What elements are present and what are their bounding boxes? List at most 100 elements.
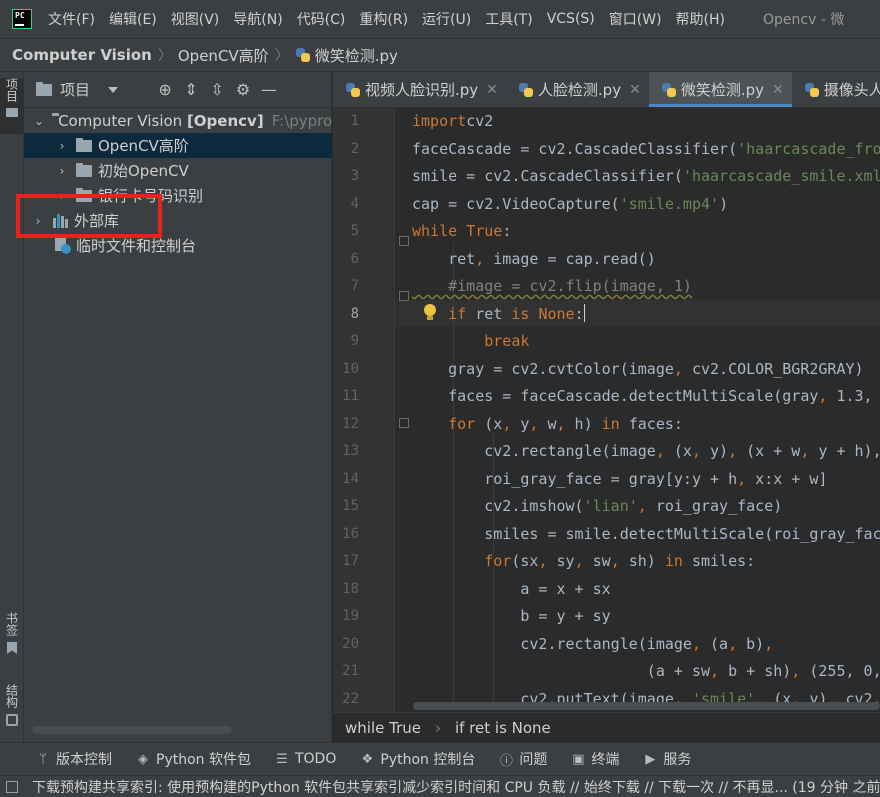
tool-label: 服务: [663, 752, 692, 768]
line-number: 8: [350, 305, 359, 322]
python-packages-button[interactable]: ◈ Python 软件包: [136, 749, 251, 769]
code-line[interactable]: ret, image = cap.read(): [412, 246, 656, 273]
menu-tools[interactable]: 工具(T): [485, 9, 532, 29]
tab-camera-face[interactable]: 摄像头人脸检测.py: [792, 72, 880, 107]
collapse-all-icon[interactable]: ⇳: [204, 80, 230, 99]
structure-tool-tab[interactable]: 结构: [0, 684, 24, 740]
todo-button[interactable]: ☰ TODO: [275, 751, 336, 767]
menu-file[interactable]: 文件(F): [48, 9, 95, 29]
structure-icon: [6, 714, 18, 726]
menu-code[interactable]: 代码(C): [297, 9, 346, 29]
folder-icon: [76, 137, 92, 152]
menu-help[interactable]: 帮助(H): [676, 9, 725, 29]
code-line[interactable]: smiles = smile.detectMultiScale(roi_gray…: [412, 521, 880, 548]
code-line[interactable]: while True:: [412, 218, 511, 245]
chevron-right-icon[interactable]: ›: [56, 139, 68, 153]
code-line[interactable]: a = x + sx: [412, 576, 610, 603]
fold-icon[interactable]: [399, 418, 409, 428]
menu-vcs[interactable]: VCS(S): [547, 11, 595, 27]
code-line[interactable]: cv2.rectangle(image, (x, y), (x + w, y +…: [412, 438, 880, 465]
line-number: 16: [342, 525, 359, 542]
bookmarks-tool-tab[interactable]: 书签: [0, 612, 24, 668]
project-tool-tab[interactable]: 项目: [0, 78, 24, 134]
tree-item-path: F:\pyproject\Computer Vision: [271, 111, 332, 130]
status-message[interactable]: 下载预构建共享索引: 使用预构建的Python 软件包共享索引减少索引时间和 C…: [32, 777, 880, 797]
editor-tabs: 视频人脸识别.py ✕ 人脸检测.py ✕ 微笑检测.py ✕ 摄像头人脸检测.…: [333, 72, 880, 108]
code-editor[interactable]: 1 2 3 4 5 6 7 8 9 10 11 12 13 14 15 16 17 18 19 20 21 22 impo…: [333, 108, 880, 712]
code-line[interactable]: cv2.rectangle(image, (a, b),: [412, 631, 773, 658]
code-line[interactable]: cap = cv2.VideoCapture('smile.mp4'): [412, 191, 728, 218]
code-line[interactable]: importcv2: [412, 108, 493, 135]
tool-label: Python 软件包: [156, 752, 251, 768]
locate-icon[interactable]: ⊕: [152, 80, 178, 99]
menu-navigate[interactable]: 导航(N): [233, 9, 282, 29]
highlight-annotation: [16, 194, 162, 238]
terminal-button[interactable]: ▣ 终端: [571, 749, 619, 769]
breadcrumb-folder[interactable]: OpenCV高阶: [178, 45, 269, 66]
project-panel-title[interactable]: 项目: [60, 79, 90, 100]
version-control-button[interactable]: ᛘ 版本控制: [36, 749, 112, 769]
tool-label: 终端: [591, 752, 620, 768]
tab-smile-detect[interactable]: 微笑检测.py ✕: [648, 72, 792, 107]
tree-item-opencv-advanced[interactable]: › OpenCV高阶: [24, 133, 332, 158]
editor-breadcrumb-if[interactable]: if ret is None: [455, 719, 551, 737]
code-line[interactable]: #image = cv2.flip(image, 1): [412, 273, 692, 300]
close-icon[interactable]: ✕: [486, 82, 498, 98]
menu-run[interactable]: 运行(U): [422, 9, 471, 29]
code-line[interactable]: for (x, y, w, h) in faces:: [412, 411, 683, 438]
menu-refactor[interactable]: 重构(R): [359, 9, 408, 29]
editor-breadcrumb-while[interactable]: while True: [345, 719, 421, 737]
gear-icon[interactable]: ⚙: [230, 80, 256, 99]
tree-item-root[interactable]: ⌄ Computer Vision [Opencv] F:\pyproject\…: [24, 108, 332, 133]
code-line[interactable]: roi_gray_face = gray[y:y + h, x:x + w]: [412, 466, 827, 493]
bookmark-icon: [7, 642, 17, 654]
tab-face-detect[interactable]: 人脸检测.py ✕: [506, 72, 649, 107]
python-console-button[interactable]: ❖ Python 控制台: [360, 749, 476, 769]
close-icon[interactable]: ✕: [772, 82, 784, 98]
code-line[interactable]: gray = cv2.cvtColor(image, cv2.COLOR_BGR…: [412, 356, 863, 383]
code-line[interactable]: if ret is None:: [412, 301, 585, 328]
toggle-tool-windows-icon[interactable]: [6, 780, 18, 793]
fold-icon[interactable]: [399, 291, 409, 301]
menu-view[interactable]: 视图(V): [171, 9, 220, 29]
tree-item-label: OpenCV高阶: [98, 137, 189, 155]
chevron-down-icon[interactable]: [108, 86, 119, 93]
breadcrumb-project[interactable]: Computer Vision: [12, 46, 152, 64]
line-number: 14: [342, 470, 359, 487]
code-line[interactable]: cv2.imshow('lian', roi_gray_face): [412, 493, 782, 520]
services-button[interactable]: ▶ 服务: [643, 749, 691, 769]
menu-edit[interactable]: 编辑(E): [109, 9, 157, 29]
editor-horizontal-scrollbar[interactable]: [413, 702, 880, 710]
project-panel-header: 项目 ⊕ ⇕ ⇳ ⚙ —: [24, 72, 331, 108]
python-icon: ❖: [361, 751, 374, 767]
code-line[interactable]: smile = cv2.CascadeClassifier('haarcasca…: [412, 163, 880, 190]
python-file-icon: [345, 82, 361, 98]
python-file-icon: [804, 82, 820, 98]
services-icon: ▶: [645, 751, 656, 767]
tree-item-opencv-basics[interactable]: › 初始OpenCV: [24, 158, 332, 183]
code-line[interactable]: for(sx, sy, sw, sh) in smiles:: [412, 548, 755, 575]
breadcrumb-file[interactable]: 微笑检测.py: [315, 45, 398, 66]
tab-label: 微笑检测.py: [680, 81, 764, 99]
project-horizontal-scrollbar[interactable]: [32, 726, 232, 734]
chevron-down-icon[interactable]: ⌄: [34, 114, 44, 128]
chevron-right-icon[interactable]: ›: [56, 164, 68, 178]
fold-icon[interactable]: [399, 236, 409, 246]
close-icon[interactable]: ✕: [629, 82, 641, 98]
problems-button[interactable]: ⓘ 问题: [499, 749, 548, 769]
chevron-right-icon: 〉: [274, 48, 289, 64]
code-line[interactable]: b = y + sy: [412, 603, 610, 630]
line-number: 6: [350, 250, 359, 267]
editor-breadcrumb: while True › if ret is None: [333, 712, 880, 742]
line-number: 15: [342, 498, 359, 514]
minimize-icon[interactable]: —: [256, 80, 282, 99]
code-line[interactable]: faces = faceCascade.detectMultiScale(gra…: [412, 383, 880, 410]
code-line[interactable]: (a + sw, b + sh), (255, 0, 0), 2): [412, 658, 880, 685]
expand-all-icon[interactable]: ⇕: [178, 80, 204, 99]
line-number: 18: [342, 580, 359, 597]
code-line[interactable]: faceCascade = cv2.CascadeClassifier('haa…: [412, 136, 880, 163]
menu-window[interactable]: 窗口(W): [609, 9, 662, 29]
code-line[interactable]: break: [412, 328, 529, 355]
tab-video-face[interactable]: 视频人脸识别.py ✕: [333, 72, 506, 107]
line-number: 4: [350, 195, 359, 212]
